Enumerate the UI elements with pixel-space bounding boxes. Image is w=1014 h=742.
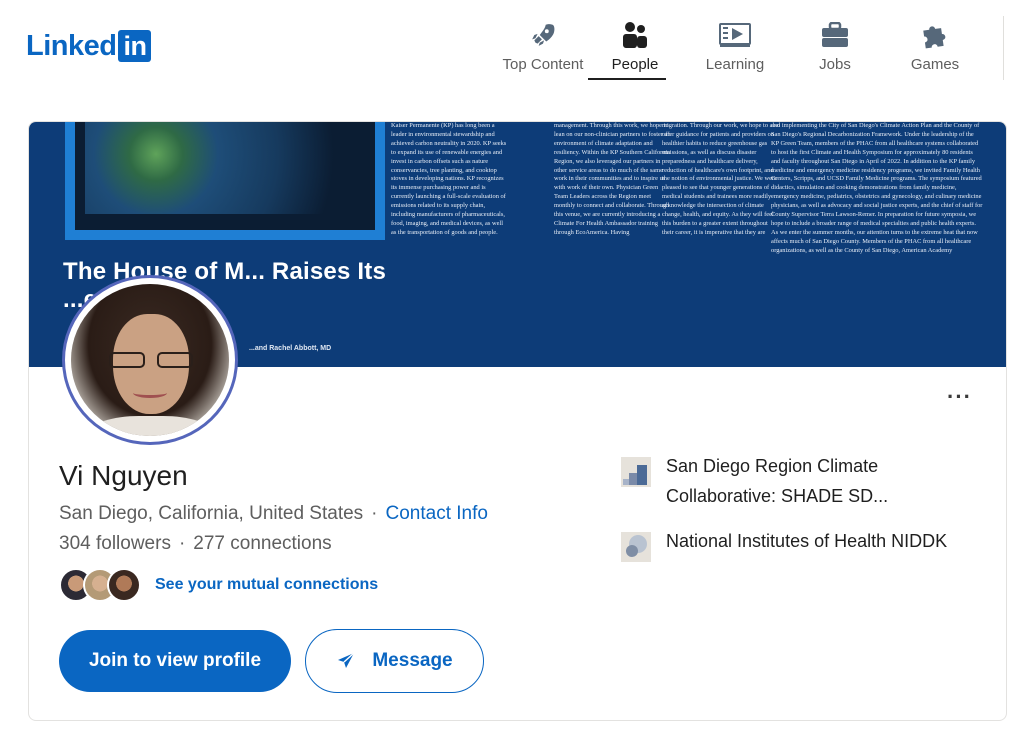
main-nav: Top Content People Learning Jobs Games bbox=[500, 18, 986, 80]
more-horizontal-icon[interactable]: ··· bbox=[947, 386, 972, 408]
org-item[interactable]: National Institutes of Health NIDDK bbox=[621, 526, 966, 562]
nav-label: Jobs bbox=[819, 56, 851, 73]
org-name: San Diego Region Climate Collaborative: … bbox=[666, 456, 889, 506]
banner-text-column: migration. Through our work, we hope to … bbox=[662, 122, 780, 236]
nav-label: People bbox=[611, 56, 659, 73]
contact-info-link[interactable]: Contact Info bbox=[386, 503, 488, 524]
video-play-icon bbox=[719, 20, 751, 50]
nav-label: Games bbox=[910, 56, 960, 73]
nav-top-content[interactable]: Top Content bbox=[500, 18, 586, 80]
banner-text-column: management. Through this work, we hope t… bbox=[554, 122, 671, 236]
mutual-connections-link[interactable]: See your mutual connections bbox=[155, 576, 378, 594]
puzzle-icon bbox=[921, 20, 949, 50]
mutual-avatar bbox=[107, 568, 141, 602]
profile-location: San Diego, California, United States bbox=[59, 503, 364, 524]
briefcase-icon bbox=[821, 20, 849, 50]
sdrcc-logo bbox=[621, 457, 651, 487]
mutual-connections[interactable]: See your mutual connections bbox=[59, 568, 378, 602]
logo-wordmark: Linked bbox=[26, 30, 117, 62]
nav-games[interactable]: Games bbox=[884, 18, 986, 80]
nav-jobs[interactable]: Jobs bbox=[786, 18, 884, 80]
profile-avatar[interactable] bbox=[62, 275, 238, 445]
profile-location-line: San Diego, California, United States · Con… bbox=[59, 503, 488, 525]
org-name: National Institutes of Health NIDDK bbox=[666, 531, 948, 551]
profile-card: The House of M... Raises Its ...e Planet… bbox=[28, 121, 1007, 721]
message-button-label: Message bbox=[372, 650, 453, 671]
followers-count: 304 followers bbox=[59, 533, 171, 554]
profile-stats: 304 followers · 277 connections bbox=[59, 533, 332, 555]
join-to-view-profile-button[interactable]: Join to view profile bbox=[59, 630, 291, 692]
nav-divider bbox=[1003, 16, 1004, 80]
nav-people[interactable]: People bbox=[586, 18, 684, 80]
separator-dot: · bbox=[178, 533, 186, 554]
send-icon bbox=[338, 652, 355, 668]
rocket-icon bbox=[530, 20, 556, 50]
separator-dot: · bbox=[371, 503, 378, 524]
org-item[interactable]: San Diego Region Climate Collaborative: … bbox=[621, 451, 966, 511]
nav-label: Top Content bbox=[502, 56, 584, 73]
banner-globe bbox=[85, 122, 369, 214]
nih-logo bbox=[621, 532, 651, 562]
banner-text-column: and implementing the City of San Diego's… bbox=[771, 122, 983, 254]
logo-in-box: in bbox=[118, 30, 152, 62]
banner-text-column: Kaiser Permanente (KP) has long been a l… bbox=[391, 122, 507, 236]
avatar-photo bbox=[71, 284, 229, 436]
linkedin-logo[interactable]: Linked in bbox=[26, 30, 152, 62]
profile-name: Vi Nguyen bbox=[59, 460, 188, 491]
top-navbar: Linked in Top Content People Learning Jo… bbox=[0, 0, 1014, 92]
nav-learning[interactable]: Learning bbox=[684, 18, 786, 80]
banner-byline: ...and Rachel Abbott, MD bbox=[249, 345, 332, 352]
people-icon bbox=[622, 20, 648, 50]
connections-count: 277 connections bbox=[193, 533, 332, 554]
message-button[interactable]: Message bbox=[305, 629, 484, 693]
nav-label: Learning bbox=[705, 56, 765, 73]
